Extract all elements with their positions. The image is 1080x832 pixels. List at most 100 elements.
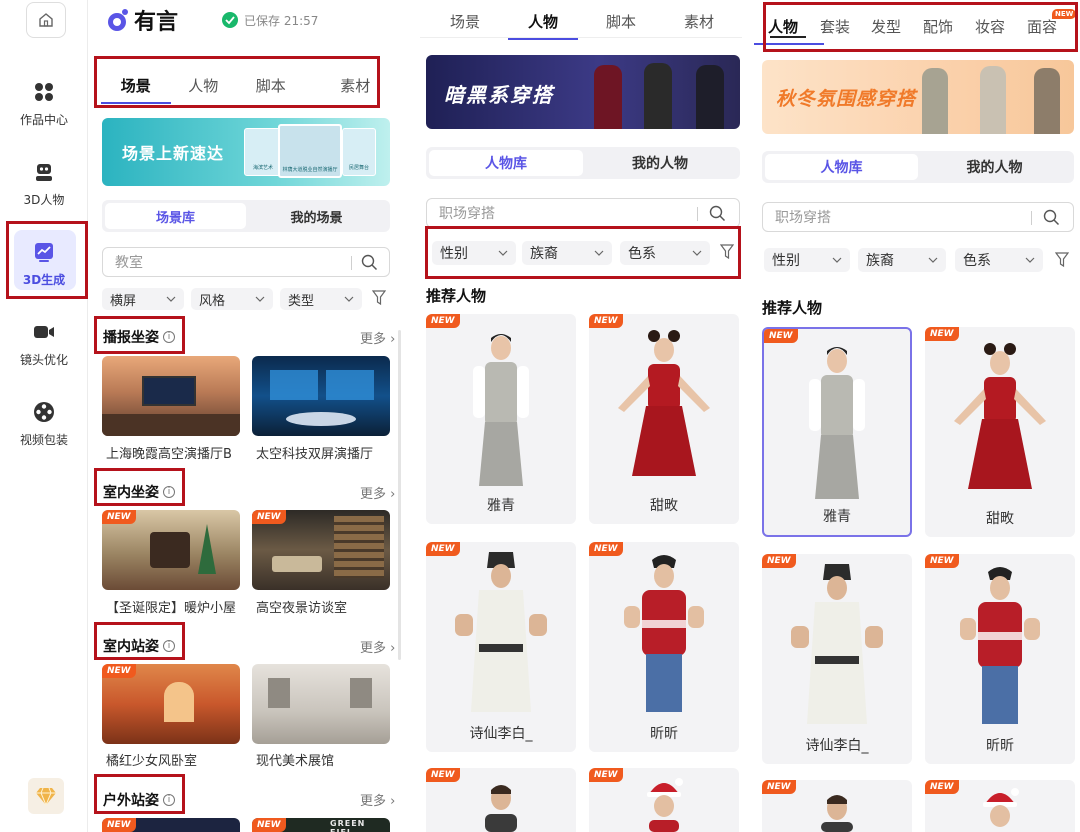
scrollbar[interactable] (398, 330, 401, 660)
recommended-characters-title: 推荐人物 (762, 299, 823, 317)
section-title-outdoor-standing: 户外站姿 i (103, 790, 175, 810)
character-card[interactable]: NEW (762, 780, 912, 832)
character-card-yaqing-selected[interactable]: NEW 雅青 (762, 327, 912, 537)
filter-funnel-icon[interactable] (720, 244, 734, 260)
search-icon[interactable] (709, 205, 726, 222)
tab-character[interactable]: 人物 (170, 75, 238, 96)
character-search-placeholder: 职场穿搭 (775, 210, 831, 226)
character-name: 诗仙李白_ (805, 738, 869, 754)
character-card-xinxin[interactable]: NEW 昕昕 (925, 554, 1075, 764)
scene-library-switch: 场景库 我的场景 (102, 200, 390, 232)
more-link[interactable]: 更多 › (360, 483, 395, 502)
character-figure (624, 555, 704, 712)
info-icon[interactable]: i (163, 640, 175, 652)
filter-label: 族裔 (866, 253, 894, 269)
tab-face[interactable]: 面容 (1016, 16, 1068, 37)
scene-card-image[interactable]: NEW (102, 818, 240, 832)
orientation-filter[interactable]: 横屏 (102, 288, 184, 310)
scene-search-input[interactable]: 教室 (102, 247, 390, 277)
character-card-yaqing[interactable]: NEW 雅青 (426, 314, 576, 524)
search-icon[interactable] (1043, 209, 1060, 226)
more-link[interactable]: 更多 › (360, 637, 395, 656)
my-characters-tab[interactable]: 我的人物 (918, 154, 1071, 180)
rail-item-works[interactable]: 作品中心 (0, 80, 88, 128)
search-icon[interactable] (361, 254, 378, 271)
tab-script[interactable]: 脚本 (582, 11, 660, 32)
info-icon[interactable]: i (163, 486, 175, 498)
character-search-input-3[interactable]: 职场穿搭 (762, 202, 1074, 232)
autumn-banner[interactable]: 秋冬氛围感穿搭 (762, 60, 1074, 134)
scene-card-image[interactable] (102, 356, 240, 436)
tab-accessories[interactable]: 配饰 (912, 16, 964, 37)
scene-card-image[interactable]: NEW GREEN FIEL (252, 818, 390, 832)
tab-outfit[interactable]: 套装 (810, 16, 860, 37)
character-figure (473, 334, 529, 486)
saved-status: 已保存 21:57 (244, 13, 319, 28)
scene-tree (198, 524, 216, 574)
character-figure (821, 795, 853, 832)
character-search-input[interactable]: 职场穿搭 (426, 198, 740, 228)
filter-funnel-icon[interactable] (372, 290, 386, 306)
tab-script[interactable]: 脚本 (237, 75, 305, 96)
style-filter[interactable]: 风格 (191, 288, 273, 310)
info-icon[interactable]: i (163, 794, 175, 806)
video-camera-icon (34, 326, 54, 338)
character-card[interactable]: NEW (925, 780, 1075, 832)
home-button[interactable] (26, 2, 66, 38)
tab-scene[interactable]: 场景 (426, 11, 504, 32)
character-card-li-bai[interactable]: NEW 诗仙李白_ (426, 542, 576, 752)
gender-filter[interactable]: 性别 (432, 241, 516, 265)
character-banner[interactable]: 暗黑系穿搭 (426, 55, 740, 129)
rail-item-3d-generate[interactable]: 3D生成 (0, 240, 88, 288)
character-card-xinxin[interactable]: NEW 昕昕 (589, 542, 739, 752)
scene-card-title: 橘红少女风卧室 (106, 754, 198, 769)
tab-character[interactable]: 人物 (504, 11, 582, 32)
scene-card-image[interactable]: NEW (102, 664, 240, 744)
filter-label: 色系 (963, 253, 991, 269)
scene-library-tab[interactable]: 场景库 (105, 203, 246, 229)
character-card-tianmu[interactable]: NEW 甜畋 (589, 314, 739, 524)
ethnicity-filter[interactable]: 族裔 (522, 241, 612, 265)
character-library-tab[interactable]: 人物库 (429, 150, 583, 176)
more-link[interactable]: 更多 › (360, 328, 395, 347)
character-library-tab[interactable]: 人物库 (765, 154, 918, 180)
ethnicity-filter[interactable]: 族裔 (858, 248, 946, 272)
scene-banner[interactable]: 场景上新速达 海滨艺术 林荫大道脱业自然演播厅 民居舞台 (102, 118, 390, 186)
character-card[interactable]: NEW (426, 768, 576, 832)
rail-item-label: 3D生成 (22, 273, 66, 287)
banner-thumb-label: 海滨艺术 (252, 165, 273, 171)
color-filter[interactable]: 色系 (955, 248, 1043, 272)
scene-card-image[interactable]: NEW (102, 510, 240, 590)
rail-item-camera-optimize[interactable]: 镜头优化 (0, 320, 88, 368)
scene-fireplace (150, 532, 190, 568)
more-link[interactable]: 更多 › (360, 790, 395, 809)
character-card[interactable]: NEW (589, 768, 739, 832)
tab-hairstyle[interactable]: 发型 (860, 16, 912, 37)
banner-figure (696, 65, 724, 129)
my-characters-tab[interactable]: 我的人物 (583, 150, 737, 176)
panel1-tabs: 场景 人物 脚本 素材 (102, 75, 374, 96)
tab-character[interactable]: 人物 (768, 16, 810, 37)
scene-card-image[interactable] (252, 664, 390, 744)
rail-item-3d-character[interactable]: 3D人物 (0, 160, 88, 208)
tab-scene[interactable]: 场景 (102, 75, 170, 96)
filter-funnel-icon[interactable] (1055, 252, 1069, 268)
scene-sign-text: GREEN FIEL (330, 819, 366, 832)
filter-label: 色系 (628, 246, 656, 262)
scene-card-image[interactable]: NEW (252, 510, 390, 590)
character-card-li-bai[interactable]: NEW 诗仙李白_ (762, 554, 912, 764)
color-filter[interactable]: 色系 (620, 241, 710, 265)
my-scenes-tab[interactable]: 我的场景 (246, 203, 387, 229)
premium-button[interactable] (28, 778, 64, 814)
tab-material[interactable]: 素材 (305, 75, 375, 96)
type-filter[interactable]: 类型 (280, 288, 362, 310)
tab-material[interactable]: 素材 (660, 11, 738, 32)
character-card-tianmu[interactable]: NEW 甜畋 (925, 327, 1075, 537)
chevron-down-icon (594, 250, 604, 256)
info-icon[interactable]: i (163, 331, 175, 343)
home-icon (39, 13, 53, 27)
scene-card-image[interactable] (252, 356, 390, 436)
rail-item-video-packaging[interactable]: 视频包装 (0, 400, 88, 448)
tab-makeup[interactable]: 妆容 (964, 16, 1016, 37)
gender-filter[interactable]: 性别 (764, 248, 850, 272)
